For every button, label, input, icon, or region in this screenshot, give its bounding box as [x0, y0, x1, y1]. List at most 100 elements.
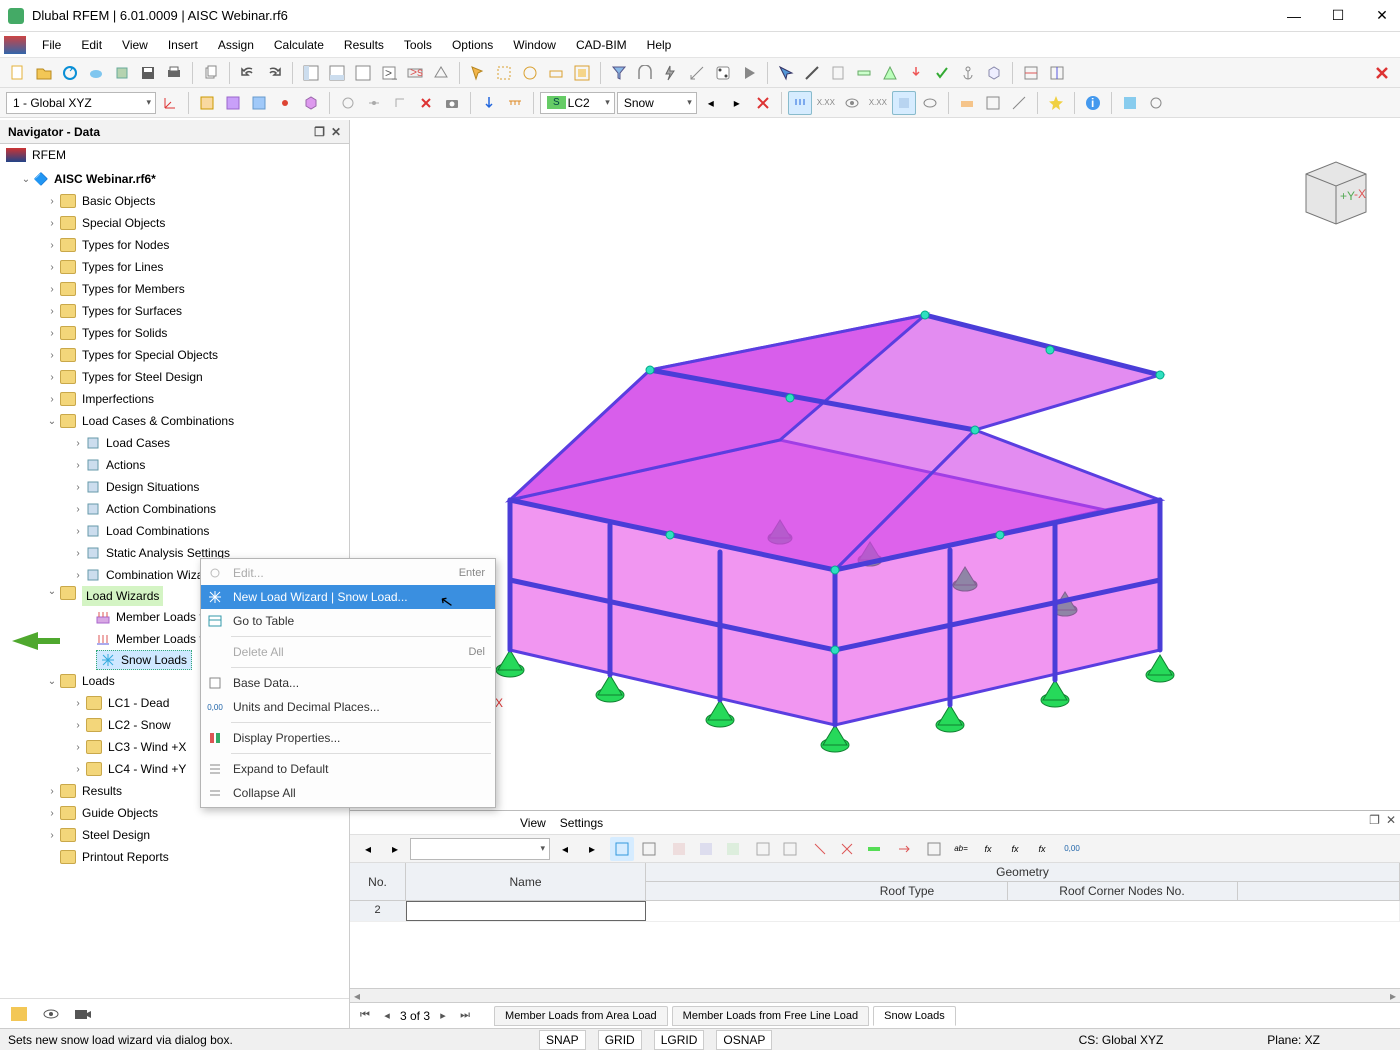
tree-file[interactable]: ⌄🔷AISC Webinar.rf6* — [0, 168, 349, 190]
menu-edit[interactable]: Edit — [71, 34, 112, 56]
nav-eye-icon[interactable] — [40, 1005, 62, 1023]
lc-action-combo[interactable]: Snow — [617, 92, 697, 114]
tbl-ab-icon[interactable]: ab= — [949, 837, 973, 861]
tree-lcc[interactable]: ⌄Load Cases & Combinations — [0, 410, 349, 432]
tree-folder[interactable]: Printout Reports — [0, 846, 349, 868]
solid-icon[interactable] — [299, 91, 323, 115]
cm-collapse[interactable]: Collapse All — [201, 781, 495, 805]
prev-lc-icon[interactable]: ◂ — [699, 91, 723, 115]
menu-calculate[interactable]: Calculate — [264, 34, 334, 56]
close-button[interactable]: ✕ — [1372, 6, 1392, 26]
tree-item[interactable]: ›Action Combinations — [0, 498, 349, 520]
tbl-d1-icon[interactable] — [808, 837, 832, 861]
table-body[interactable]: 2 — [350, 901, 1400, 988]
tbl-right-icon[interactable]: ▸ — [580, 837, 604, 861]
tree-folder[interactable]: ›Types for Surfaces — [0, 300, 349, 322]
next-lc-icon[interactable]: ▸ — [725, 91, 749, 115]
tree-load-wizards[interactable]: Load Wizards — [82, 586, 163, 606]
tbl-t2-icon[interactable] — [694, 837, 718, 861]
render-icon[interactable] — [1118, 91, 1142, 115]
new-file-icon[interactable] — [6, 61, 30, 85]
xxx2-icon[interactable]: X.XX — [866, 91, 890, 115]
loadcase-combo[interactable]: S LC2 — [540, 92, 615, 114]
load-arrow-icon[interactable] — [477, 91, 501, 115]
tbl-c1-icon[interactable] — [751, 837, 775, 861]
tree-item[interactable]: ›Design Situations — [0, 476, 349, 498]
check-icon[interactable] — [930, 61, 954, 85]
tree-folder[interactable]: ›Types for Special Objects — [0, 344, 349, 366]
select-all-icon[interactable] — [570, 61, 594, 85]
tbl-sel1-icon[interactable] — [610, 837, 634, 861]
star-icon[interactable] — [1044, 91, 1068, 115]
clip2-icon[interactable] — [1045, 61, 1069, 85]
clip1-icon[interactable] — [1019, 61, 1043, 85]
tbl-combo[interactable] — [410, 838, 550, 860]
menu-assign[interactable]: Assign — [208, 34, 264, 56]
play-icon[interactable] — [737, 61, 761, 85]
tree-item[interactable]: ›Load Combinations — [0, 520, 349, 542]
support-icon[interactable] — [878, 61, 902, 85]
tbl-fx2-icon[interactable]: fx — [1003, 837, 1027, 861]
tbl-box-icon[interactable] — [922, 837, 946, 861]
tree-folder[interactable]: ›Types for Lines — [0, 256, 349, 278]
tree-folder[interactable]: ›Steel Design — [0, 824, 349, 846]
grid3-icon[interactable] — [247, 91, 271, 115]
tree-lw-snow[interactable]: Snow Loads — [96, 650, 192, 670]
print-icon[interactable] — [162, 61, 186, 85]
pg-last-icon[interactable]: ⏭ — [456, 1009, 474, 1022]
tool-c-icon[interactable] — [1007, 91, 1031, 115]
xxx1-icon[interactable]: X.XX — [814, 91, 838, 115]
delete-icon[interactable] — [414, 91, 438, 115]
menu-file[interactable]: File — [32, 34, 71, 56]
maximize-button[interactable]: ☐ — [1328, 6, 1348, 26]
nav-cam-icon[interactable] — [72, 1005, 94, 1023]
info-icon[interactable]: i — [1081, 91, 1105, 115]
status-snap[interactable]: SNAP — [539, 1030, 586, 1050]
viewport-3d[interactable]: Z X γ +Y -X — [350, 120, 1400, 810]
menu-cadbim[interactable]: CAD-BIM — [566, 34, 637, 56]
filter-icon[interactable] — [607, 61, 631, 85]
open-icon[interactable] — [32, 61, 56, 85]
cm-goto-table[interactable]: Go to Table — [201, 609, 495, 633]
cm-expand[interactable]: Expand to Default — [201, 757, 495, 781]
camera-icon[interactable] — [440, 91, 464, 115]
navigator-root[interactable]: RFEM — [0, 144, 349, 166]
node-icon[interactable] — [273, 91, 297, 115]
pg-first-icon[interactable]: ⏮ — [356, 1009, 374, 1022]
cube-icon[interactable] — [982, 61, 1006, 85]
tbl-d2-icon[interactable] — [835, 837, 859, 861]
tree-folder[interactable]: ›Special Objects — [0, 212, 349, 234]
tree-folder[interactable]: ›Types for Members — [0, 278, 349, 300]
tbl-t1-icon[interactable] — [667, 837, 691, 861]
menu-insert[interactable]: Insert — [158, 34, 208, 56]
table-menu-view[interactable]: View — [520, 816, 546, 830]
undo-icon[interactable] — [236, 61, 260, 85]
tree-item[interactable]: ›Actions — [0, 454, 349, 476]
sc-icon[interactable]: >sc — [403, 61, 427, 85]
tab-snow-loads[interactable]: Snow Loads — [873, 1006, 956, 1026]
tbl-ar-icon[interactable] — [892, 837, 916, 861]
snap-end-icon[interactable] — [336, 91, 360, 115]
tab-line-load[interactable]: Member Loads from Free Line Load — [672, 1006, 869, 1026]
tbl-left-icon[interactable]: ◂ — [553, 837, 577, 861]
nav-close-icon[interactable]: ✕ — [331, 125, 341, 139]
menu-window[interactable]: Window — [503, 34, 566, 56]
sync-icon[interactable] — [58, 61, 82, 85]
measure-icon[interactable] — [685, 61, 709, 85]
table-menu-settings[interactable]: Settings — [560, 816, 603, 830]
menu-options[interactable]: Options — [442, 34, 503, 56]
solid-view-icon[interactable] — [892, 91, 916, 115]
select-poly-icon[interactable] — [466, 61, 490, 85]
snap-perp-icon[interactable] — [388, 91, 412, 115]
tool-a-icon[interactable] — [955, 91, 979, 115]
block-icon[interactable] — [110, 61, 134, 85]
tab-area-load[interactable]: Member Loads from Area Load — [494, 1006, 668, 1026]
menu-tools[interactable]: Tools — [394, 34, 442, 56]
pg-prev-icon[interactable]: ◂ — [378, 1009, 396, 1022]
ucs-icon[interactable] — [158, 91, 182, 115]
tbl-000-icon[interactable]: 0,00 — [1060, 837, 1084, 861]
save-icon[interactable] — [136, 61, 160, 85]
script-icon[interactable]: >_ — [377, 61, 401, 85]
tbl-next-icon[interactable]: ▸ — [383, 837, 407, 861]
pg-next-icon[interactable]: ▸ — [434, 1009, 452, 1022]
